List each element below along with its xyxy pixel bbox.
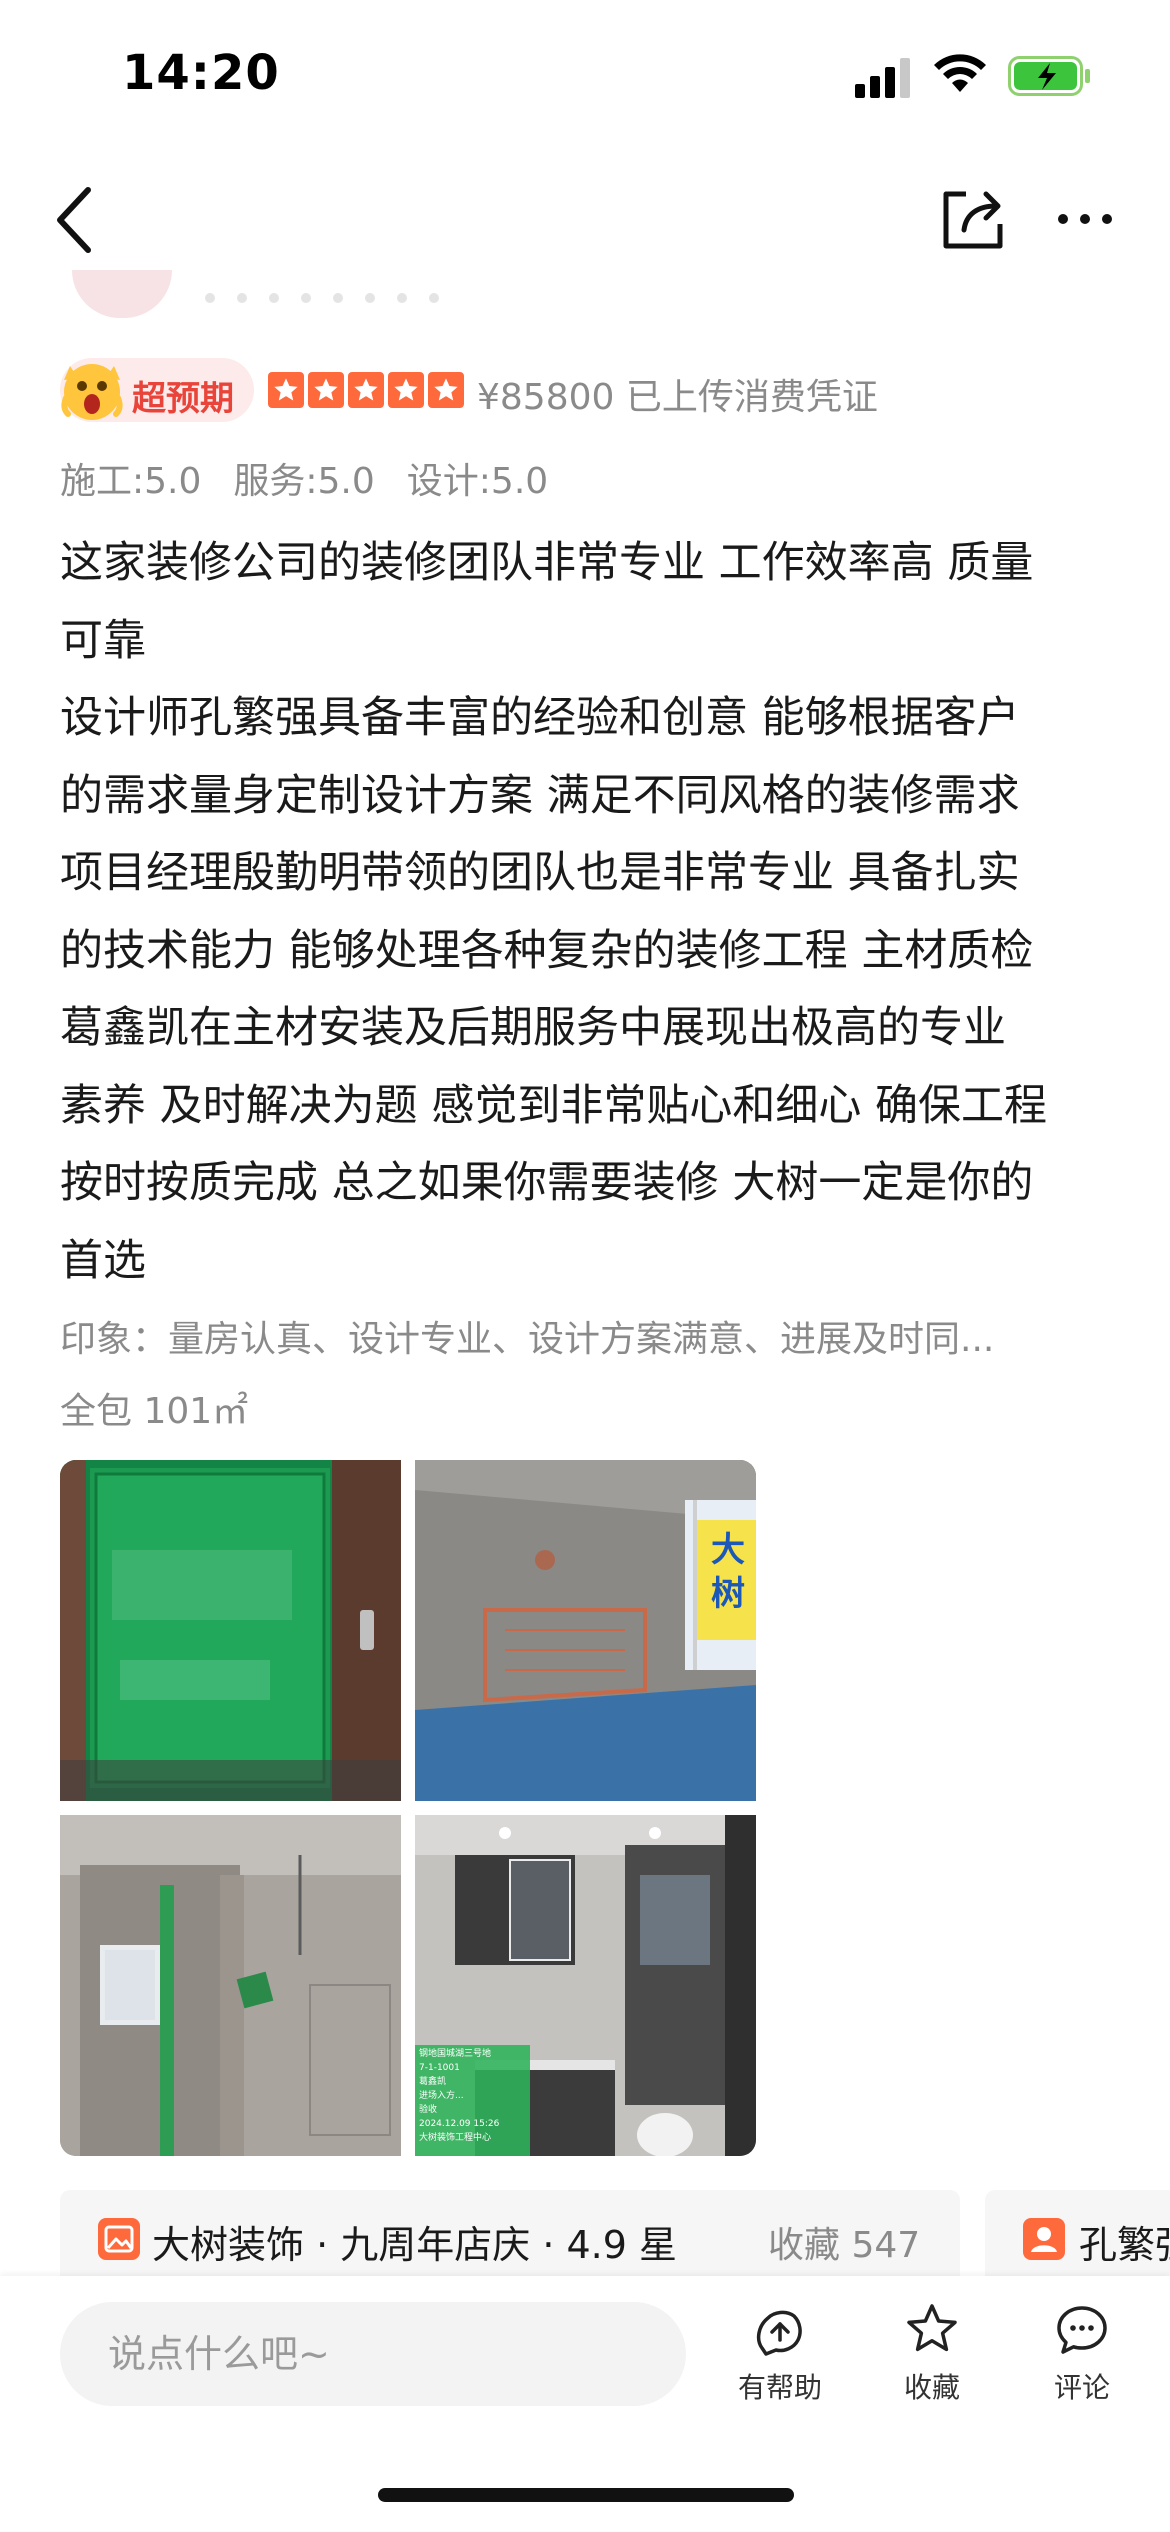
- status-bar: 14:20: [0, 0, 1170, 150]
- stamp-line: 验收: [419, 2105, 438, 2115]
- shop-card[interactable]: 大树装饰 · 九周年店庆 · 4.9 星 收藏 547: [60, 2190, 960, 2286]
- signal-icon: [855, 58, 910, 98]
- review-line: 的需求量身定制设计方案 满足不同风格的装修需求: [60, 770, 1020, 821]
- nav-bar: [0, 170, 1170, 270]
- star-rating: [268, 372, 464, 412]
- review-line: 这家装修公司的装修团队非常专业 工作效率高 质量: [60, 538, 1034, 588]
- rating-row: 超预期 ¥85800 已上传消费凭证: [60, 352, 1110, 432]
- favorite-button[interactable]: 收藏: [872, 2302, 992, 2422]
- score-design: 设计:5.0: [406, 461, 549, 502]
- surprised-face-icon: [61, 364, 123, 420]
- window-sign: 大树: [711, 1530, 745, 1614]
- star-icon: [428, 372, 464, 408]
- star-icon: [268, 372, 304, 408]
- home-indicator: [378, 2488, 794, 2502]
- favorite-label: 收藏: [903, 2371, 960, 2404]
- shop-image-icon: [98, 2218, 140, 2260]
- back-icon[interactable]: [50, 182, 100, 258]
- score-construction: 施工:5.0: [60, 461, 202, 502]
- star-icon: [308, 372, 344, 408]
- review-line: 素养 及时解决为题 感觉到非常贴心和细心 确保工程: [60, 1080, 1048, 1131]
- site-check-stamp: 钢地国城湖三号地 7-1-1001 葛鑫凯 进场入方... 验收 2024.12…: [419, 2047, 531, 2145]
- review-line: 按时按质完成 总之如果你需要装修 大树一定是你的: [60, 1158, 1034, 1208]
- star-outline-icon: [907, 2304, 957, 2352]
- price-line: ¥85800 已上传消费凭证: [477, 377, 878, 418]
- review-line: 可靠: [60, 615, 146, 666]
- helpful-icon: [756, 2310, 802, 2356]
- designer-card[interactable]: 孔繁强: [985, 2190, 1170, 2286]
- photo-wall-opening[interactable]: [60, 1815, 401, 2156]
- comment-label: 评论: [1053, 2371, 1110, 2404]
- comment-bubble-icon: [1057, 2306, 1107, 2354]
- stamp-line: 2024.12.09 15:26: [419, 2119, 500, 2129]
- shop-favorites-count: 收藏 547: [768, 2225, 921, 2266]
- comment-button[interactable]: 评论: [1022, 2302, 1142, 2422]
- review-line: 葛鑫凯在主材安装及后期服务中展现出极高的专业: [60, 1003, 1006, 1053]
- review-text: 这家装修公司的装修团队非常专业 工作效率高 质量 可靠 设计师孔繁强具备丰富的经…: [60, 525, 1120, 1300]
- stamp-line: 葛鑫凯: [419, 2077, 447, 2087]
- package-area: 全包 101㎡: [60, 1391, 249, 1432]
- review-line: 设计师孔繁强具备丰富的经验和创意 能够根据客户: [60, 693, 1020, 743]
- photo-grid: 大树 钢地国城湖三号地 7-1-1001 葛鑫凯 进场入方... 验收 2024…: [60, 1460, 756, 2156]
- star-icon: [388, 372, 424, 408]
- exceeded-expectation-badge: 超预期: [60, 358, 254, 422]
- shop-name: 大树装饰 · 九周年店庆 · 4.9 星: [152, 2223, 677, 2267]
- author-name-peek: [205, 288, 475, 303]
- helpful-button[interactable]: 有帮助: [720, 2302, 840, 2422]
- review-line: 的技术能力 能够处理各种复杂的装修工程 主材质检: [60, 925, 1034, 976]
- sub-scores: 施工:5.0 服务:5.0 设计:5.0: [60, 452, 548, 504]
- comment-input[interactable]: [60, 2302, 686, 2406]
- person-icon: [1023, 2218, 1065, 2260]
- photo-bedroom[interactable]: 大树: [415, 1460, 756, 1801]
- avatar[interactable]: [72, 270, 172, 318]
- impression-tags[interactable]: 印象：量房认真、设计专业、设计方案满意、进展及时同...: [60, 1310, 1100, 1362]
- battery-icon: [1008, 56, 1090, 96]
- stamp-line: 钢地国城湖三号地: [419, 2049, 492, 2059]
- wifi-icon: [934, 54, 986, 92]
- photo-door[interactable]: [60, 1460, 401, 1801]
- star-icon: [348, 372, 384, 408]
- review-line: 项目经理殷勤明带领的团队也是非常专业 具备扎实: [60, 848, 1020, 898]
- status-time: 14:20: [122, 45, 280, 101]
- stamp-line: 大树装饰工程中心: [419, 2133, 492, 2143]
- designer-name: 孔繁强: [1079, 2223, 1170, 2267]
- photo-bathroom[interactable]: 钢地国城湖三号地 7-1-1001 葛鑫凯 进场入方... 验收 2024.12…: [415, 1815, 756, 2156]
- stamp-line: 7-1-1001: [419, 2063, 460, 2073]
- stamp-line: 进场入方...: [419, 2091, 464, 2101]
- more-icon[interactable]: [1055, 204, 1115, 234]
- score-service: 服务:5.0: [233, 461, 375, 502]
- share-icon[interactable]: [938, 184, 1008, 254]
- review-line: 首选: [60, 1235, 146, 1286]
- badge-label: 超预期: [132, 379, 234, 419]
- helpful-label: 有帮助: [737, 2371, 822, 2404]
